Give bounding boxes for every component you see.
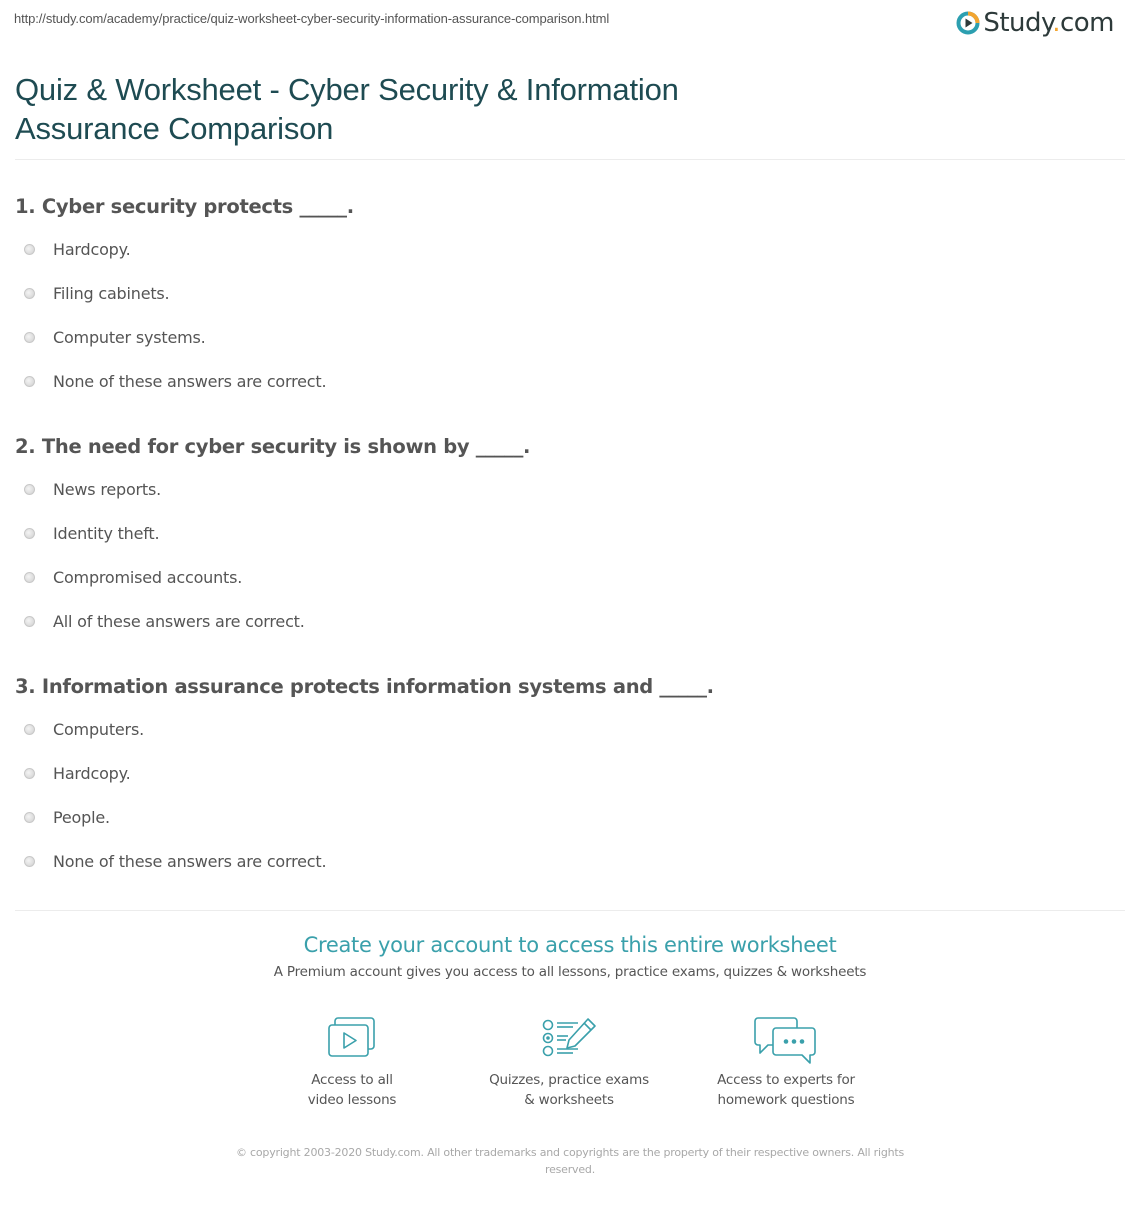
answer-option[interactable]: Hardcopy.: [15, 751, 714, 795]
answer-option[interactable]: News reports.: [15, 467, 530, 511]
answer-option[interactable]: All of these answers are correct.: [15, 599, 530, 643]
answer-option[interactable]: None of these answers are correct.: [15, 839, 714, 883]
radio-button[interactable]: [24, 615, 35, 627]
question-1: 1. Cyber security protects _____. Hardco…: [15, 195, 354, 403]
answer-option[interactable]: People.: [15, 795, 714, 839]
answer-option[interactable]: None of these answers are correct.: [15, 359, 354, 403]
radio-button[interactable]: [24, 571, 35, 583]
question-2: 2. The need for cyber security is shown …: [15, 435, 530, 643]
feature-experts: Access to experts for homework questions: [686, 1016, 886, 1110]
quiz-checklist-icon: [542, 1018, 596, 1057]
study-logo[interactable]: Study.com: [956, 8, 1115, 38]
radio-button[interactable]: [24, 331, 35, 343]
feature-quizzes: Quizzes, practice exams & worksheets: [469, 1016, 669, 1110]
chat-bubbles-icon: [754, 1017, 816, 1064]
feature-label-line2: homework questions: [717, 1092, 855, 1108]
radio-button[interactable]: [24, 243, 35, 255]
radio-button[interactable]: [24, 375, 35, 387]
radio-button[interactable]: [24, 483, 35, 495]
answer-option[interactable]: Hardcopy.: [15, 227, 354, 271]
feature-label-line2: & worksheets: [524, 1092, 614, 1108]
feature-label-line1: Quizzes, practice exams: [489, 1072, 649, 1088]
radio-button[interactable]: [24, 723, 35, 735]
page-title: Quiz & Worksheet - Cyber Security & Info…: [15, 72, 679, 146]
feature-video-lessons: Access to all video lessons: [252, 1016, 452, 1110]
create-account-link[interactable]: Create your account to access this entir…: [0, 933, 1140, 957]
question-3: 3. Information assurance protects inform…: [15, 675, 714, 883]
feature-label-line1: Access to all: [311, 1072, 393, 1088]
answer-option[interactable]: Compromised accounts.: [15, 555, 530, 599]
radio-button[interactable]: [24, 811, 35, 823]
radio-button[interactable]: [24, 527, 35, 539]
answer-option[interactable]: Identity theft.: [15, 511, 530, 555]
logo-text: Study.com: [983, 8, 1114, 38]
answer-option[interactable]: Computer systems.: [15, 315, 354, 359]
radio-button[interactable]: [24, 287, 35, 299]
feature-label-line2: video lessons: [307, 1092, 397, 1108]
question-text: 1. Cyber security protects _____.: [15, 195, 354, 218]
cta-subtitle: A Premium account gives you access to al…: [273, 964, 867, 980]
answer-option[interactable]: Filing cabinets.: [15, 271, 354, 315]
question-text: 3. Information assurance protects inform…: [15, 675, 714, 698]
title-divider: [15, 159, 1125, 160]
copyright: © copyright 2003-2020 Study.com. All oth…: [235, 1146, 905, 1176]
questions-divider: [15, 910, 1125, 911]
play-circle-icon: [956, 11, 980, 35]
feature-label-line1: Access to experts for: [717, 1072, 855, 1088]
answer-option[interactable]: Computers.: [15, 707, 714, 751]
page-url: http://study.com/academy/practice/quiz-w…: [14, 11, 610, 26]
radio-button[interactable]: [24, 767, 35, 779]
question-text: 2. The need for cyber security is shown …: [15, 435, 531, 458]
video-lessons-icon: [328, 1017, 375, 1057]
radio-button[interactable]: [24, 855, 35, 867]
